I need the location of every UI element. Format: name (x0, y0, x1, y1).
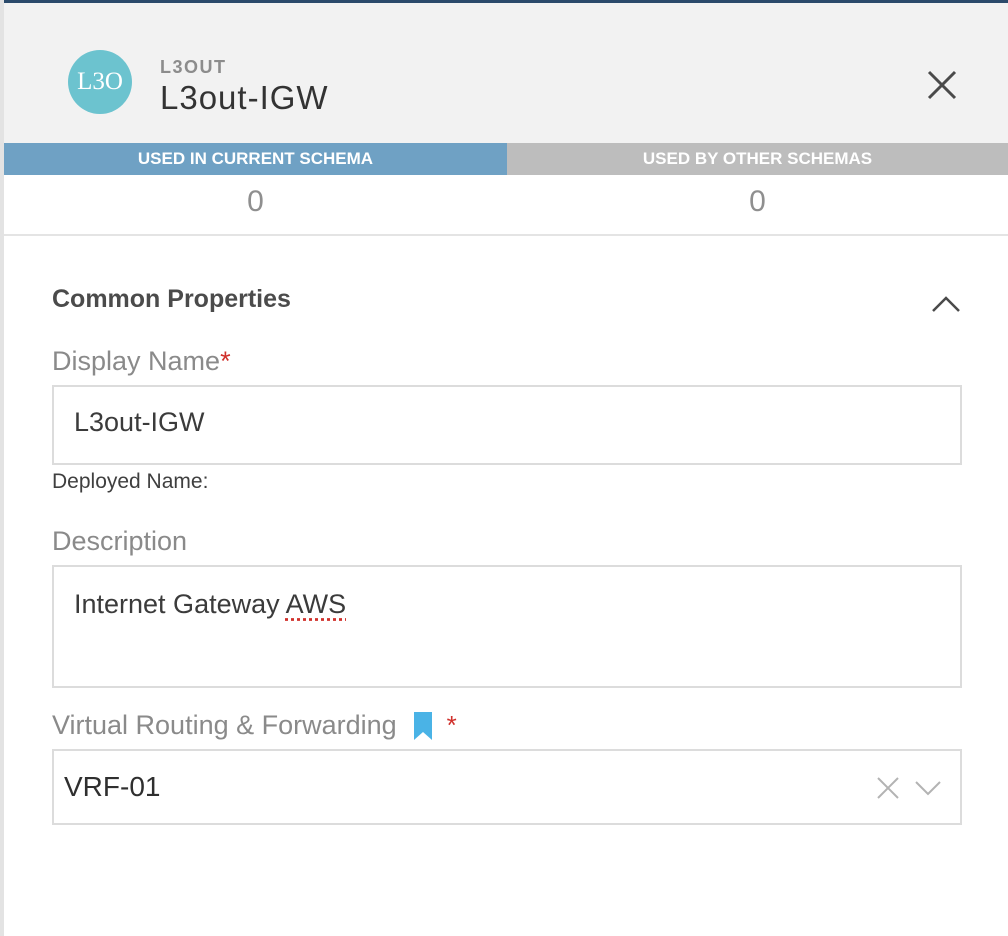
properties-panel: L3O L3OUT L3out-IGW USED IN CURRENT SCHE… (0, 0, 1008, 936)
clear-icon[interactable] (876, 776, 900, 800)
vrf-selected-value: VRF-01 (64, 771, 160, 803)
required-mark: * (220, 346, 231, 376)
object-title: L3out-IGW (160, 79, 329, 117)
required-mark: * (447, 710, 457, 741)
used-in-current-schema-tab[interactable]: USED IN CURRENT SCHEMA (4, 143, 507, 175)
section-title-common-properties: Common Properties (52, 285, 291, 314)
display-name-value: L3out-IGW (74, 407, 205, 437)
display-name-input[interactable]: L3out-IGW (52, 385, 962, 465)
display-name-label-text: Display Name (52, 346, 220, 376)
description-label: Description (52, 526, 187, 557)
bookmark-icon (413, 711, 433, 741)
chevron-down-icon[interactable] (914, 779, 942, 797)
collapse-section-button[interactable] (930, 292, 962, 316)
spellcheck-flagged-word: AWS (286, 589, 347, 619)
display-name-label: Display Name* (52, 346, 231, 377)
other-schemas-count: 0 (507, 182, 1008, 222)
description-textarea[interactable]: Internet Gateway AWS (52, 565, 962, 688)
chevron-up-icon (930, 292, 962, 316)
current-schema-count: 0 (4, 182, 507, 222)
vrf-label: Virtual Routing & Forwarding * (52, 710, 457, 741)
vrf-label-text: Virtual Routing & Forwarding (52, 710, 397, 741)
description-value: Internet Gateway (74, 589, 286, 619)
divider (4, 234, 1008, 236)
avatar: L3O (68, 50, 132, 114)
vrf-select[interactable]: VRF-01 (52, 749, 962, 825)
used-by-other-schemas-tab[interactable]: USED BY OTHER SCHEMAS (507, 143, 1008, 175)
close-icon (922, 65, 962, 105)
panel-header: L3O L3OUT L3out-IGW (4, 3, 1008, 143)
deployed-name-label: Deployed Name: (52, 470, 208, 494)
close-button[interactable] (922, 65, 962, 105)
object-kind-label: L3OUT (160, 57, 227, 78)
